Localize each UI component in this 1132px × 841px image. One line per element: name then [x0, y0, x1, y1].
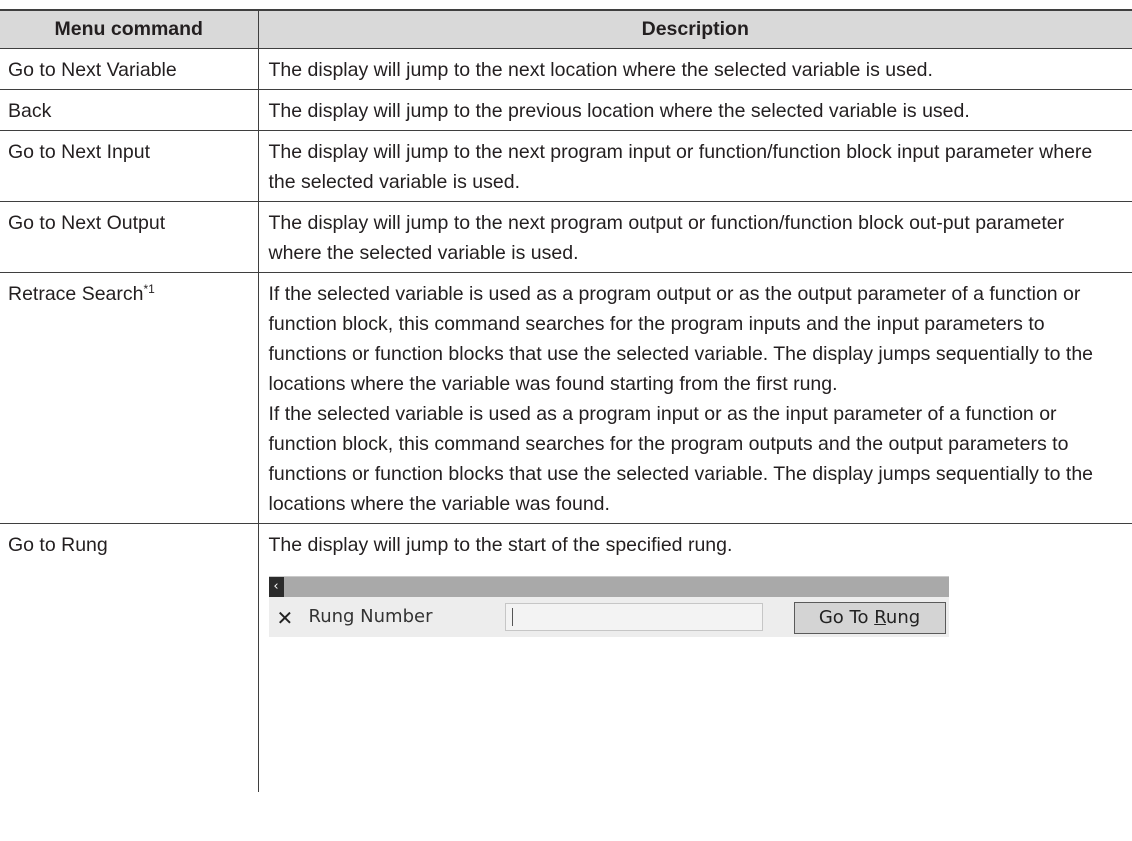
header-menu-command: Menu command	[0, 9, 258, 49]
rung-number-label: Rung Number	[308, 606, 433, 627]
text-caret	[511, 608, 513, 626]
description-go-to-next-input: The display will jump to the next progra…	[257, 130, 1132, 202]
table-row: Go to Next Output The display will jump …	[0, 201, 1132, 273]
command-go-to-next-output: Go to Next Output	[0, 201, 258, 273]
go-to-rung-toolbar: ‹ ✕ Rung Number Go To Rung	[268, 576, 949, 637]
command-retrace-search-label: Retrace Search	[8, 283, 144, 305]
footnote-marker: *1	[143, 282, 155, 296]
command-go-to-next-variable: Go to Next Variable	[0, 48, 258, 90]
description-back: The display will jump to the previous lo…	[257, 89, 1132, 131]
chevron-left-icon[interactable]: ‹	[268, 577, 284, 597]
table-row: Go to Next Variable The display will jum…	[0, 48, 1132, 90]
close-icon[interactable]: ✕	[277, 607, 294, 629]
command-go-to-next-input: Go to Next Input	[0, 130, 258, 202]
description-go-to-rung: The display will jump to the start of th…	[268, 534, 733, 556]
header-description: Description	[257, 9, 1132, 49]
go-to-rung-button-accesskey: R	[874, 607, 886, 628]
description-retrace-search-paragraph-2: If the selected variable is used as a pr…	[268, 403, 1094, 515]
toolbar-top-strip	[268, 577, 949, 597]
table-row: Go to Rung The display will jump to the …	[0, 523, 1132, 792]
go-to-rung-button[interactable]: Go To Rung	[793, 602, 946, 634]
table-row: Retrace Search*1 If the selected variabl…	[0, 272, 1132, 524]
command-go-to-rung: Go to Rung	[8, 534, 108, 556]
description-go-to-next-output: The display will jump to the next progra…	[257, 201, 1132, 273]
description-go-to-rung-cell: The display will jump to the start of th…	[257, 523, 1132, 792]
table-row: Back The display will jump to the previo…	[0, 89, 1132, 131]
table-header-row: Menu command Description	[0, 9, 1132, 49]
menu-command-table: Menu command Description Go to Next Vari…	[0, 9, 1132, 792]
table-row: Go to Next Input The display will jump t…	[0, 130, 1132, 202]
description-retrace-search: If the selected variable is used as a pr…	[257, 272, 1132, 524]
rung-number-input[interactable]	[504, 603, 763, 631]
description-go-to-next-variable: The display will jump to the next locati…	[257, 48, 1132, 90]
command-back: Back	[0, 89, 258, 131]
command-retrace-search: Retrace Search*1	[0, 272, 258, 524]
go-to-rung-button-prefix: Go To	[818, 607, 875, 628]
description-retrace-search-paragraph-1: If the selected variable is used as a pr…	[268, 283, 1094, 395]
go-to-rung-button-suffix: ung	[885, 607, 921, 628]
